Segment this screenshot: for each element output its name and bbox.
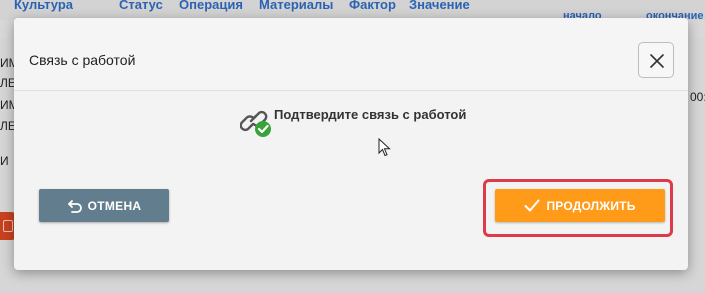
close-icon: [650, 54, 664, 68]
column-header-status: Статус: [119, 0, 163, 12]
continue-button[interactable]: ПРОДОЛЖИТЬ: [495, 189, 665, 222]
dialog-title: Связь с работой: [29, 52, 136, 68]
dialog-header: Связь с работой: [14, 18, 688, 91]
table-cell: И: [0, 154, 9, 168]
column-header-culture: Культура: [14, 0, 74, 12]
mouse-cursor-icon: [378, 138, 391, 157]
clipboard-icon: [3, 220, 13, 232]
link-confirm-dialog: Связь с работой Подтвердите связь с рабо…: [14, 18, 688, 270]
close-button[interactable]: [638, 42, 674, 78]
column-header-materials: Материалы: [259, 0, 334, 12]
link-check-icon: [240, 110, 271, 137]
undo-arrow-icon: [67, 199, 82, 213]
background-action-button: [0, 212, 15, 240]
continue-button-label: ПРОДОЛЖИТЬ: [546, 198, 636, 213]
table-header: Культура Статус Операция Материалы Факто…: [0, 0, 705, 22]
check-icon: [524, 199, 540, 212]
column-header-operation: Операция: [179, 0, 243, 12]
table-cell: 00:: [690, 90, 705, 104]
cancel-button-label: ОТМЕНА: [87, 198, 142, 213]
column-header-factor: Фактор: [349, 0, 396, 12]
confirm-message: Подтвердите связь с работой: [274, 107, 467, 122]
column-header-value: Значение: [409, 0, 470, 12]
cancel-button[interactable]: ОТМЕНА: [39, 189, 169, 222]
